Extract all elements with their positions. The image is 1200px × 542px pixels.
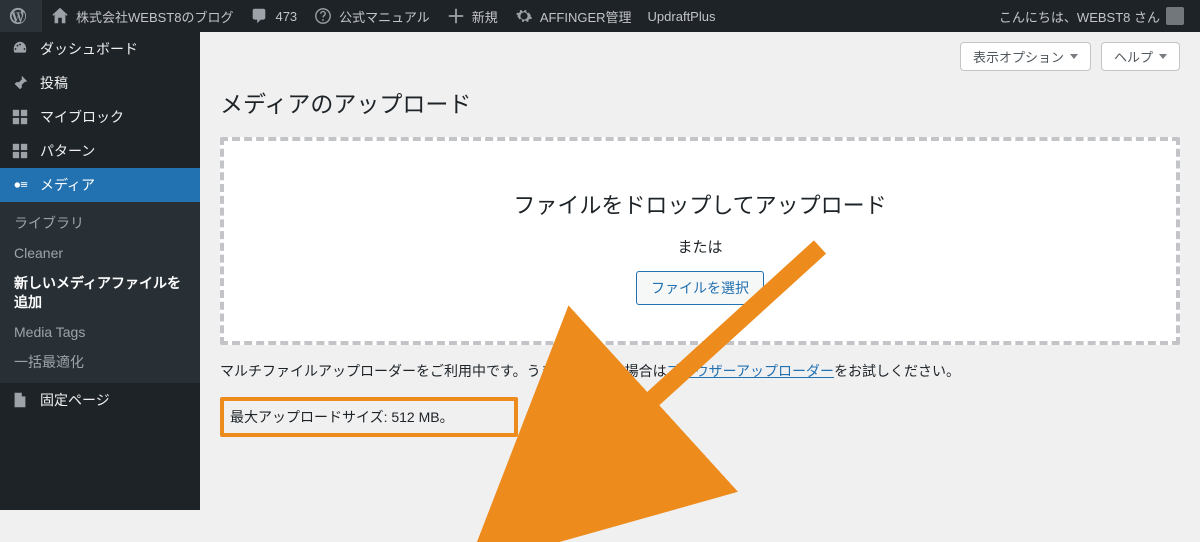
avatar (1166, 7, 1184, 25)
account-menu[interactable]: こんにちは、WEBST8 さん (991, 0, 1192, 32)
uploader-helper-text: マルチファイルアップローダーをご利用中です。うまくいかない場合はブラウザーアップ… (220, 361, 1180, 381)
site-name-menu[interactable]: 株式会社WEBST8のブログ (42, 0, 241, 32)
sidebar-item-label: メディア (40, 175, 95, 195)
sidebar-item-label: 投稿 (40, 73, 68, 93)
help-icon (313, 6, 333, 26)
sidebar-item-pages[interactable]: 固定ページ (0, 383, 200, 417)
new-content-menu[interactable]: 新規 (438, 0, 506, 32)
sidebar-item-label: マイブロック (40, 107, 124, 127)
admin-bar: 株式会社WEBST8のブログ 473 公式マニュアル 新規 AFFINGER管理 (0, 0, 1200, 32)
page-title: メディアのアップロード (220, 85, 1180, 119)
updraft-menu[interactable]: UpdraftPlus (640, 0, 724, 32)
screen-options-button[interactable]: 表示オプション (960, 42, 1091, 71)
sidebar-item-label: 固定ページ (40, 390, 110, 410)
help-label: ヘルプ (1114, 47, 1153, 66)
submenu-item-add-new[interactable]: 新しいメディアファイルを追加 (0, 268, 200, 316)
or-text: または (244, 236, 1156, 257)
wp-logo-menu[interactable] (0, 0, 42, 32)
admin-bar-right: こんにちは、WEBST8 さん (991, 0, 1192, 32)
admin-sidebar: ダッシュボード 投稿 マイブロック パターン メディア ライブラリ Cleane… (0, 32, 200, 510)
sidebar-item-posts[interactable]: 投稿 (0, 66, 200, 100)
updraft-label: UpdraftPlus (648, 9, 716, 24)
dashboard-icon (10, 39, 30, 59)
affinger-menu[interactable]: AFFINGER管理 (506, 0, 640, 32)
manual-label: 公式マニュアル (339, 7, 430, 26)
grid-icon (10, 141, 30, 161)
greeting-label: こんにちは、WEBST8 さん (999, 7, 1160, 26)
page-icon (10, 390, 30, 410)
sidebar-item-dashboard[interactable]: ダッシュボード (0, 32, 200, 66)
helper-pre: マルチファイルアップローダーをご利用中です。うまくいかない場合は (220, 363, 667, 379)
grid-icon (10, 107, 30, 127)
sidebar-item-media[interactable]: メディア (0, 168, 200, 202)
help-button[interactable]: ヘルプ (1101, 42, 1180, 71)
upload-dropzone[interactable]: ファイルをドロップしてアップロード または ファイルを選択 (220, 137, 1180, 345)
sidebar-item-myblock[interactable]: マイブロック (0, 100, 200, 134)
media-icon (10, 175, 30, 195)
home-icon (50, 6, 70, 26)
plus-icon (446, 6, 466, 26)
sidebar-item-label: パターン (40, 141, 95, 161)
new-content-label: 新規 (472, 7, 498, 26)
chevron-down-icon (1070, 54, 1078, 59)
affinger-label: AFFINGER管理 (540, 7, 632, 26)
submenu-item-cleaner[interactable]: Cleaner (0, 238, 200, 268)
sidebar-item-pattern[interactable]: パターン (0, 134, 200, 168)
site-title-label: 株式会社WEBST8のブログ (76, 7, 233, 26)
main-content: 表示オプション ヘルプ メディアのアップロード ファイルをドロップしてアップロー… (200, 32, 1200, 457)
helper-post: をお試しください。 (834, 363, 960, 379)
submenu-item-library[interactable]: ライブラリ (0, 208, 200, 238)
wordpress-icon (8, 6, 28, 26)
submenu-item-media-tags[interactable]: Media Tags (0, 317, 200, 347)
drop-instructions: ファイルをドロップしてアップロード (244, 191, 1156, 222)
submenu-item-bulk-optimize[interactable]: 一括最適化 (0, 347, 200, 377)
comment-icon (249, 6, 269, 26)
admin-bar-left: 株式会社WEBST8のブログ 473 公式マニュアル 新規 AFFINGER管理 (0, 0, 723, 32)
browser-uploader-link[interactable]: ブラウザーアップローダー (667, 363, 834, 379)
comments-menu[interactable]: 473 (241, 0, 305, 32)
screen-options-label: 表示オプション (973, 47, 1064, 66)
screen-meta-links: 表示オプション ヘルプ (220, 42, 1180, 71)
chevron-down-icon (1159, 54, 1167, 59)
sidebar-item-label: ダッシュボード (40, 39, 138, 59)
manual-menu[interactable]: 公式マニュアル (305, 0, 438, 32)
max-upload-size: 最大アップロードサイズ: 512 MB。 (220, 397, 518, 437)
pin-icon (10, 73, 30, 93)
gear-icon (514, 6, 534, 26)
sidebar-submenu-media: ライブラリ Cleaner 新しいメディアファイルを追加 Media Tags … (0, 202, 200, 383)
comments-count: 473 (275, 9, 297, 24)
select-files-button[interactable]: ファイルを選択 (636, 271, 764, 305)
